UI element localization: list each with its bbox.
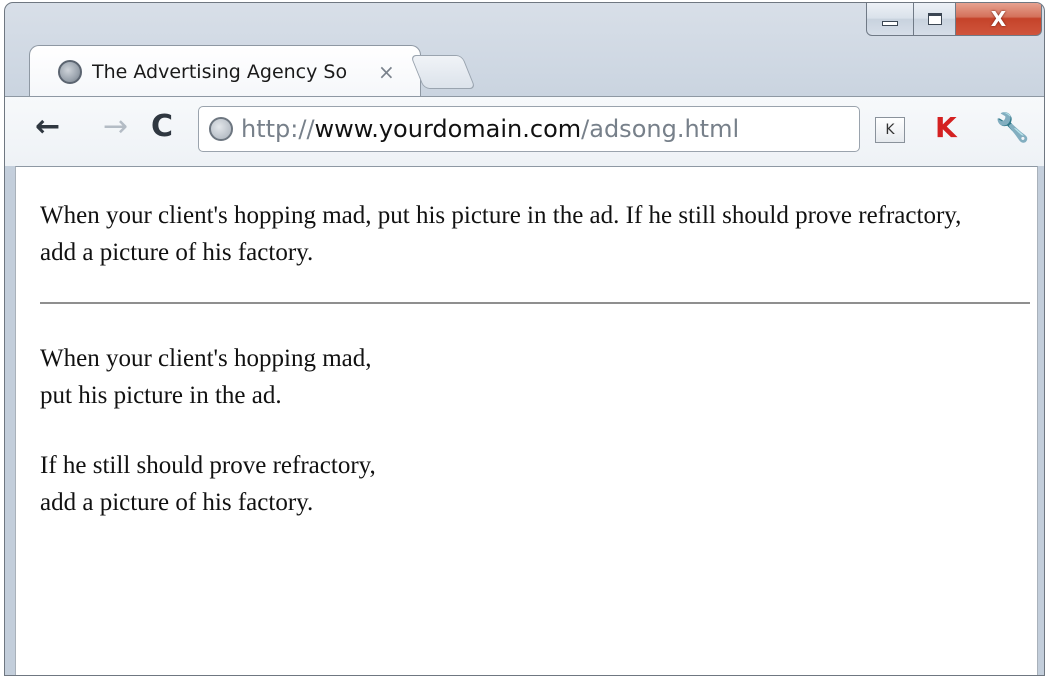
page-info-globe-icon[interactable] [209, 117, 233, 141]
url-scheme: http:// [241, 115, 315, 143]
stanza-line: put his picture in the ad. [40, 382, 282, 409]
browser-window: X The Advertising Agency So × ← → C http… [4, 2, 1045, 676]
address-bar[interactable]: http://www.yourdomain.com/adsong.html [198, 106, 860, 152]
close-window-button[interactable]: X [956, 3, 1042, 36]
tab-title: The Advertising Agency So [92, 60, 348, 83]
close-icon: X [990, 6, 1007, 31]
minimize-button[interactable] [866, 3, 914, 36]
globe-icon [58, 59, 82, 84]
maximize-button[interactable] [914, 3, 956, 36]
browser-toolbar: ← → C http://www.yourdomain.com/adsong.h… [5, 96, 1044, 166]
stanza-line: When your client's hopping mad, [40, 345, 372, 372]
k-extension-icon[interactable]: K [875, 117, 905, 143]
paragraph: When your client's hopping mad, put his … [40, 202, 962, 266]
minimize-icon [882, 21, 898, 26]
back-arrow-icon[interactable]: ← [35, 110, 60, 144]
horizontal-rule [40, 302, 1030, 304]
kaspersky-icon[interactable]: K [935, 113, 965, 143]
tab-close-icon[interactable]: × [378, 60, 395, 84]
url-text: http://www.yourdomain.com/adsong.html [241, 115, 739, 143]
forward-arrow-icon[interactable]: → [103, 110, 128, 144]
url-path: /adsong.html [581, 115, 740, 143]
window-caption-buttons: X [866, 3, 1042, 36]
reload-icon[interactable]: C [151, 110, 173, 144]
wrench-icon[interactable]: 🔧 [995, 113, 1030, 143]
stanza: If he still should prove refractory, add… [40, 447, 640, 521]
url-host: www.yourdomain.com [314, 115, 582, 143]
stanza-line: If he still should prove refractory, [40, 452, 376, 479]
maximize-icon [927, 12, 942, 25]
tab-active[interactable]: The Advertising Agency So × [29, 45, 421, 97]
stanza-line: add a picture of his factory. [40, 489, 314, 516]
stanza: When your client's hopping mad, put his … [40, 340, 640, 414]
page-viewport: When your client's hopping mad, put his … [15, 166, 1038, 675]
